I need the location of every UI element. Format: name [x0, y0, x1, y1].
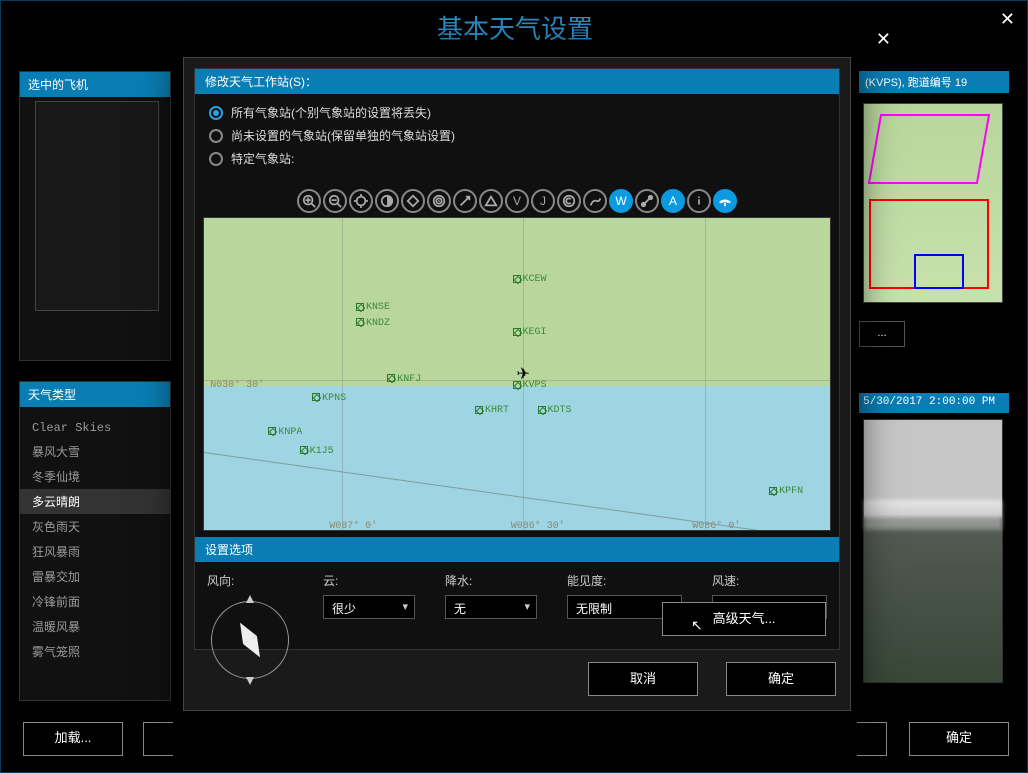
station-KNSE[interactable]: KNSE — [356, 302, 390, 313]
station-KPFN[interactable]: KPFN — [769, 486, 803, 497]
pointer-icon[interactable] — [453, 189, 477, 213]
lon-label: W086° 0' — [692, 521, 740, 531]
radio-specific-station[interactable]: 特定气象站: — [209, 150, 825, 167]
bg-button-partial-left[interactable] — [143, 722, 173, 756]
weather-type-item[interactable]: 冷锋前面 — [20, 589, 170, 614]
zoom-in-icon[interactable] — [297, 189, 321, 213]
lon-label: W086° 30' — [511, 521, 565, 531]
contrast-icon[interactable] — [375, 189, 399, 213]
advanced-weather-button[interactable]: ↖ 高级天气... — [662, 602, 826, 636]
station-KEGI[interactable]: KEGI — [513, 327, 547, 338]
radio-label: 所有气象站(个别气象站的设置将丢失) — [231, 104, 431, 121]
station-KDTS[interactable]: KDTS — [538, 405, 572, 416]
station-KNDZ[interactable]: KNDZ — [356, 318, 390, 329]
radio-icon — [209, 106, 223, 120]
radio-label: 尚未设置的气象站(保留单独的气象站设置) — [231, 127, 455, 144]
dialog-title: 基本天气设置 — [1, 9, 1028, 46]
wind-compass[interactable]: 0 — [207, 597, 293, 683]
cloud-dropdown[interactable]: 很少 — [323, 595, 415, 619]
station-scope-radio-group: 所有气象站(个别气象站的设置将丢失) 尚未设置的气象站(保留单独的气象站设置) … — [195, 94, 839, 183]
weather-type-item[interactable]: 多云晴朗 — [20, 489, 170, 514]
cloud-label: 云: — [323, 572, 415, 589]
cancel-button[interactable]: 取消 — [588, 662, 698, 696]
modify-station-header: 修改天气工作站(S)： — [195, 69, 839, 94]
copyright-icon[interactable] — [557, 189, 581, 213]
ok-button[interactable]: 确定 — [726, 662, 836, 696]
flag-icon[interactable] — [583, 189, 607, 213]
weather-type-item[interactable]: Clear Skies — [20, 417, 170, 439]
wind-direction-label: 风向: — [207, 572, 293, 589]
radio-icon — [209, 129, 223, 143]
weather-type-list: Clear Skies暴风大雪冬季仙境多云晴朗灰色雨天狂风暴雨雷暴交加冷锋前面温… — [20, 407, 170, 674]
station-KPNS[interactable]: KPNS — [312, 393, 346, 404]
station-KNFJ[interactable]: KNFJ — [387, 374, 421, 385]
datetime-badge: 5/30/2017 2:00:00 PM — [859, 393, 1009, 413]
cursor-icon: ↖ — [691, 609, 703, 641]
station-KNPA[interactable]: KNPA — [268, 427, 302, 438]
weather-type-item[interactable]: 雷暴交加 — [20, 564, 170, 589]
aircraft-icon: ✈ — [517, 364, 530, 384]
weather-type-item[interactable]: 温暖风暴 — [20, 614, 170, 639]
sat-icon[interactable] — [713, 189, 737, 213]
inner-close-button[interactable]: ✕ — [876, 29, 891, 50]
weather-type-panel: 天气类型 Clear Skies暴风大雪冬季仙境多云晴朗灰色雨天狂风暴雨雷暴交加… — [19, 381, 171, 701]
lon-label: W087° 0' — [329, 521, 377, 531]
radio-icon — [209, 152, 223, 166]
zoom-out-icon[interactable] — [323, 189, 347, 213]
station-K1J5[interactable]: K1J5 — [300, 446, 334, 457]
precip-label: 降水: — [445, 572, 537, 589]
bg-ok-button[interactable]: 确定 — [909, 722, 1009, 756]
map-toolbar: VJ W A — [195, 183, 839, 217]
aircraft-preview — [35, 101, 159, 311]
load-button[interactable]: 加载... — [23, 722, 123, 756]
weather-map[interactable]: N030° 30' W087° 0' W086° 30' W086° 0' KCEW KN… — [203, 217, 831, 531]
station-KHRT[interactable]: KHRT — [475, 405, 509, 416]
radar-icon[interactable] — [427, 189, 451, 213]
j-icon[interactable]: J — [531, 189, 555, 213]
weather-type-item[interactable]: 灰色雨天 — [20, 514, 170, 539]
scenery-preview — [863, 419, 1003, 683]
selected-aircraft-header: 选中的飞机 — [20, 72, 170, 97]
outer-close-button[interactable]: ✕ — [1000, 9, 1015, 30]
link-icon[interactable] — [635, 189, 659, 213]
visibility-label: 能见度: — [567, 572, 682, 589]
wind-direction-value: 0 — [247, 635, 253, 646]
radio-label: 特定气象站: — [231, 150, 294, 167]
a-icon[interactable]: A — [661, 189, 685, 213]
station-KCEW[interactable]: KCEW — [513, 274, 547, 285]
cloud-group: 云: 很少 — [323, 572, 415, 683]
outer-window: 基本天气设置 ✕ 选中的飞机 天气类型 Clear Skies暴风大雪冬季仙境多… — [0, 0, 1028, 773]
radio-unset-stations[interactable]: 尚未设置的气象站(保留单独的气象站设置) — [209, 127, 825, 144]
mini-map — [863, 103, 1003, 303]
lat-label: N030° 30' — [210, 380, 264, 391]
center-icon[interactable] — [349, 189, 373, 213]
airport-runway-badge: (KVPS), 跑道编号 19 — [859, 71, 1009, 93]
triangle-icon[interactable] — [479, 189, 503, 213]
weather-type-item[interactable]: 雾气笼照 — [20, 639, 170, 664]
dialog-body: 修改天气工作站(S)： 所有气象站(个别气象站的设置将丢失) 尚未设置的气象站(… — [194, 68, 840, 650]
info-icon[interactable] — [687, 189, 711, 213]
weather-type-item[interactable]: 暴风大雪 — [20, 439, 170, 464]
v-icon[interactable]: V — [505, 189, 529, 213]
settings-header: 设置选项 — [195, 537, 839, 562]
target-icon[interactable] — [401, 189, 425, 213]
bg-button-partial-right[interactable] — [857, 722, 887, 756]
weather-dialog: 修改天气工作站(S)： 所有气象站(个别气象站的设置将丢失) 尚未设置的气象站(… — [183, 57, 851, 711]
advanced-weather-label: 高级天气... — [713, 611, 776, 626]
dialog-button-row: 取消 确定 — [588, 662, 836, 696]
precip-group: 降水: 无 — [445, 572, 537, 683]
wind-direction-group: 风向: 0 — [207, 572, 293, 683]
radio-all-stations[interactable]: 所有气象站(个别气象站的设置将丢失) — [209, 104, 825, 121]
w-icon[interactable]: W — [609, 189, 633, 213]
weather-type-item[interactable]: 狂风暴雨 — [20, 539, 170, 564]
wind-speed-label: 风速: — [712, 572, 827, 589]
weather-type-header: 天气类型 — [20, 382, 170, 407]
mini-map-options-button[interactable]: ... — [859, 321, 905, 347]
precip-dropdown[interactable]: 无 — [445, 595, 537, 619]
weather-type-item[interactable]: 冬季仙境 — [20, 464, 170, 489]
